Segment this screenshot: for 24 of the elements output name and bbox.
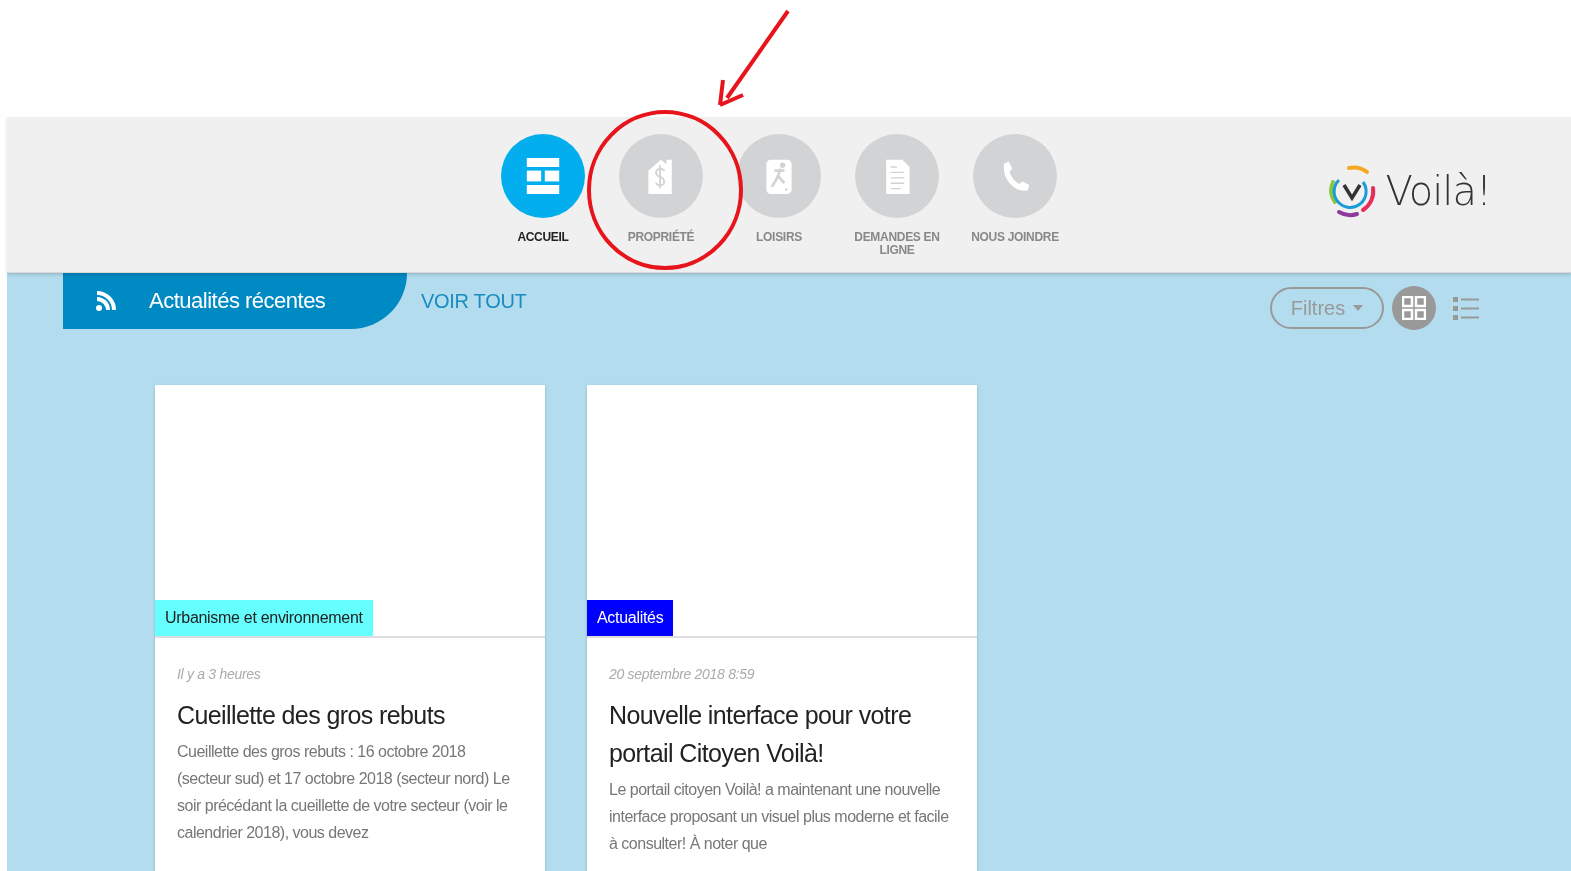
- nav-item[interactable]: LOISIRS: [720, 134, 838, 272]
- grid-icon: [1402, 296, 1426, 320]
- news-date: Il y a 3 heures: [177, 666, 262, 682]
- see-all-link[interactable]: VOIR TOUT: [421, 289, 527, 313]
- news-card[interactable]: [587, 385, 977, 871]
- news-excerpt: Cueillette des gros rebuts : 16 octobre 2018 (secteur sud) et 17 octobre 2018 (secteur nord) Le soir précédant la cueillette de votre secteur (voir le calendrier 2018), vous devez: [177, 742, 511, 843]
- news-title: Nouvelle interface pour votre portail Citoyen Voilà!: [609, 700, 913, 769]
- category-tag: Actualités: [587, 600, 674, 636]
- list-icon: [1453, 296, 1479, 320]
- news-excerpt: Le portail citoyen Voilà! a maintenant une nouvelle interface proposant un visuel plus moderne et facile à consulter! À noter que: [609, 780, 950, 854]
- nav-item[interactable]: NOUS JOINDRE: [956, 134, 1074, 272]
- category-tag: Urbanisme et environnement: [155, 600, 373, 636]
- section-title: Actualités récentes: [149, 288, 326, 314]
- filter-dropdown[interactable]: Filtres: [1270, 287, 1384, 329]
- news-date: 20 septembre 2018 8:59: [609, 666, 756, 682]
- logo-text: Voilà!: [1385, 167, 1491, 214]
- rss-icon: [95, 290, 117, 312]
- nav-item[interactable]: ACCUEIL: [484, 134, 602, 272]
- caret-icon: [1353, 305, 1364, 311]
- grid-view-button[interactable]: [1392, 286, 1436, 330]
- nav-item[interactable]: DEMANDES EN LIGNE: [838, 134, 956, 272]
- layout-icon: [525, 156, 561, 196]
- news-card[interactable]: [155, 385, 545, 871]
- news-title: Cueillette des gros rebuts: [177, 700, 446, 731]
